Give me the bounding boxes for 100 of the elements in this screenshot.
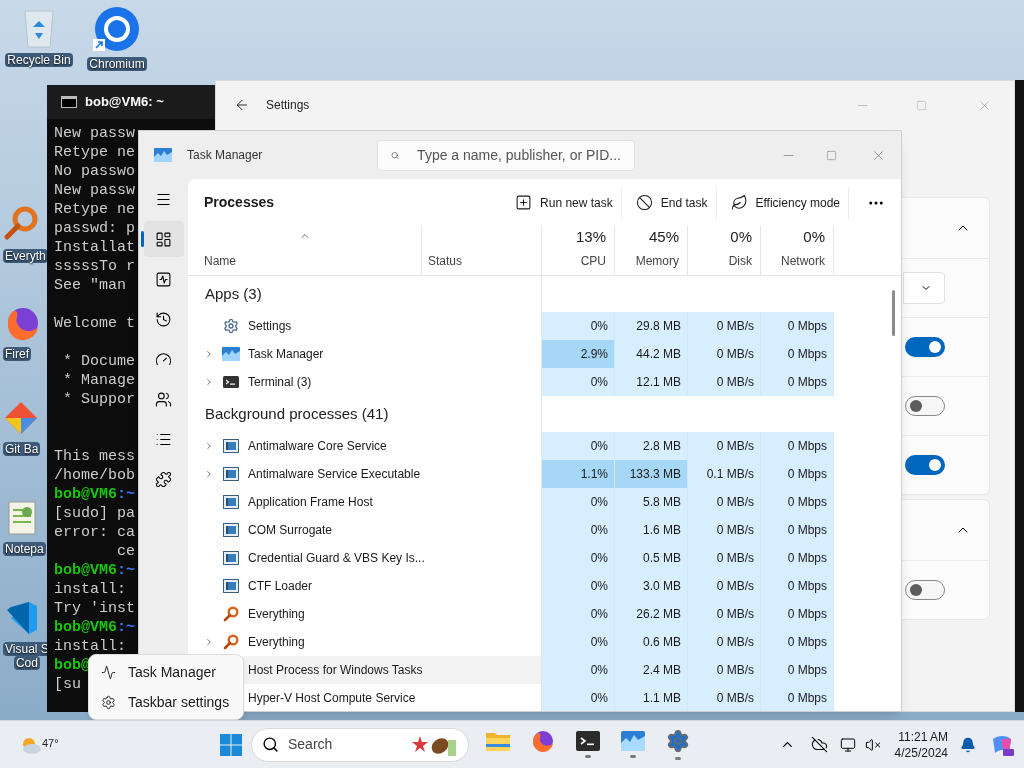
gear-icon — [101, 694, 116, 710]
expand-icon[interactable] — [204, 440, 214, 452]
desktop-icon-label[interactable]: Cod — [13, 656, 40, 670]
clock[interactable]: 11:21 AM 4/25/2024 — [894, 728, 948, 761]
table-cell: 0 MB/s — [688, 368, 761, 396]
menu-item[interactable]: Task Manager — [89, 657, 243, 687]
process-name: COM Surrogate — [248, 522, 333, 539]
table-cell: 12.1 MB — [615, 368, 688, 396]
terminal-line: Retype ne — [54, 143, 135, 162]
column-header[interactable]: 45% Memory — [615, 226, 688, 275]
process-name: Task Manager — [248, 346, 324, 363]
table-cell: 0 MB/s — [688, 684, 761, 711]
table-cell: 0 Mbps — [761, 460, 834, 488]
table-cell: 0% — [542, 432, 615, 460]
table-cell: 29.8 MB — [615, 312, 688, 340]
toggle-switch[interactable] — [905, 455, 945, 475]
table-cell: 0% — [542, 656, 615, 684]
toggle-switch[interactable] — [905, 580, 945, 600]
table-cell: 0% — [542, 488, 615, 516]
desktop-icon-label[interactable]: Recycle Bin — [5, 53, 73, 67]
fox-globe-icon — [531, 729, 555, 753]
puzzle-icon — [155, 470, 172, 488]
process-name: Credential Guard & VBS Key Is... — [248, 550, 425, 567]
column-header[interactable]: 0% Network — [761, 226, 834, 275]
process-name: Everything — [248, 606, 305, 623]
cloud-off-icon[interactable] — [810, 736, 828, 753]
table-cell: 0 Mbps — [761, 340, 834, 368]
table-cell: 0 Mbps — [761, 628, 834, 656]
magnifier-icon — [223, 634, 239, 650]
process-name: Everything — [248, 634, 305, 651]
table-cell: 0 Mbps — [761, 600, 834, 628]
menu-item[interactable]: Taskbar settings — [89, 687, 243, 717]
table-cell: 0.6 MB — [615, 628, 688, 656]
toolbar-button[interactable]: End task — [627, 186, 717, 219]
nav-tab[interactable] — [143, 221, 184, 257]
table-cell: 0 Mbps — [761, 656, 834, 684]
table-cell: 0 MB/s — [688, 340, 761, 368]
terminal-path: :~ — [117, 485, 136, 504]
toolbar-button[interactable]: Efficiency mode — [722, 186, 849, 219]
terminal-path: :~ — [117, 561, 136, 580]
table-cell: 0% — [542, 600, 615, 628]
terminal-line: Welcome t — [54, 314, 135, 333]
expand-icon[interactable] — [204, 348, 214, 360]
desktop-icon-label[interactable]: Git Ba — [3, 442, 41, 456]
column-header[interactable]: 13% CPU — [542, 226, 615, 275]
desktop-icon-label[interactable]: Everyth — [3, 249, 48, 263]
column-header[interactable]: Status — [422, 226, 542, 275]
table-cell: 0 Mbps — [761, 516, 834, 544]
table-cell: 44.2 MB — [615, 340, 688, 368]
terminal-line: Retype ne — [54, 200, 135, 219]
process-name: Terminal (3) — [248, 374, 312, 391]
column-header[interactable]: Name — [188, 226, 422, 275]
table-cell: 1.1% — [542, 460, 615, 488]
column-header[interactable]: 0% Disk — [688, 226, 761, 275]
service-window-icon — [223, 523, 239, 537]
expand-icon[interactable] — [204, 468, 214, 480]
mute-icon[interactable] — [864, 736, 881, 753]
gear-icon — [666, 729, 690, 753]
toggle-switch[interactable] — [905, 396, 945, 416]
windows-logo-icon[interactable] — [220, 733, 242, 756]
monitor-icon[interactable] — [839, 736, 856, 753]
search-field[interactable]: Search — [251, 727, 469, 762]
table-cell: 0 MB/s — [688, 312, 761, 340]
desktop-icon-label[interactable]: Firef — [3, 347, 31, 361]
table-cell: 3.0 MB — [615, 572, 688, 600]
back-icon[interactable] — [234, 97, 250, 113]
table-cell: 1.6 MB — [615, 516, 688, 544]
table-cell: 0% — [542, 368, 615, 396]
table-cell: 0 Mbps — [761, 432, 834, 460]
table-cell: 0 MB/s — [688, 600, 761, 628]
process-name: Antimalware Service Executable — [248, 466, 421, 483]
desktop-icon-label[interactable]: Chromium — [87, 57, 147, 71]
scrollbar[interactable] — [892, 290, 895, 336]
window-title: bob@VM6: ~ — [85, 93, 164, 112]
table-cell: 0.5 MB — [615, 544, 688, 572]
table-cell: 2.8 MB — [615, 432, 688, 460]
expand-icon[interactable] — [204, 636, 214, 648]
table-cell: 0 MB/s — [688, 488, 761, 516]
toggle-switch[interactable] — [905, 337, 945, 357]
terminal-prompt: bob@VM6 — [54, 618, 117, 637]
desktop-icon-label[interactable]: Notepa — [3, 542, 46, 556]
service-window-icon — [223, 551, 239, 565]
expand-icon[interactable] — [204, 376, 214, 388]
page-title: Processes — [204, 193, 276, 212]
terminal-line: New passw — [54, 124, 135, 143]
terminal-icon — [576, 731, 600, 751]
users-icon — [155, 390, 172, 408]
weather-widget[interactable]: 47° — [20, 734, 60, 755]
chart-window-icon — [621, 731, 645, 751]
bell-icon[interactable] — [960, 736, 976, 753]
toolbar-button[interactable]: Run new task — [507, 186, 622, 219]
table-cell: 0% — [542, 544, 615, 572]
search-field[interactable]: Type a name, publisher, or PID... — [377, 139, 635, 171]
process-name: Host Process for Windows Tasks — [248, 662, 423, 679]
process-name: Antimalware Core Service — [248, 438, 387, 455]
pulse-icon — [155, 270, 172, 288]
leaf-icon — [730, 194, 748, 211]
add-icon — [515, 194, 533, 211]
terminal-line: install: — [54, 637, 126, 656]
table-cell: 2.4 MB — [615, 656, 688, 684]
